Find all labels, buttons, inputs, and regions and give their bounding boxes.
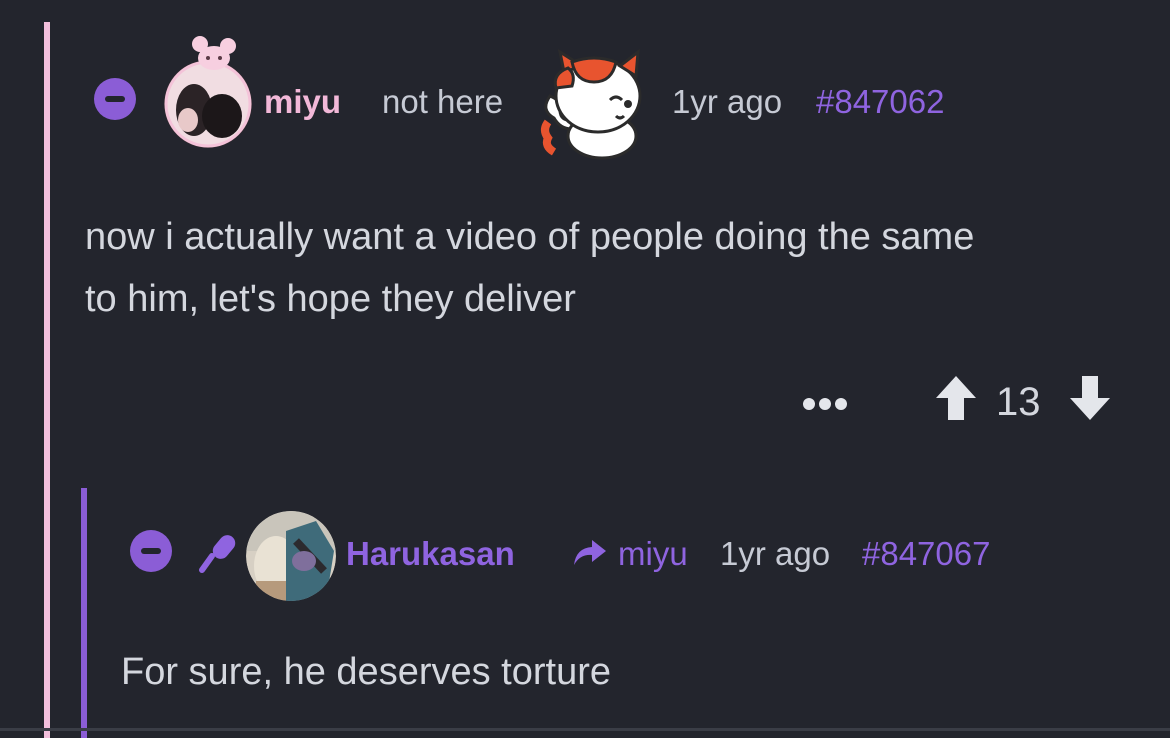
downvote-arrow-icon[interactable] — [1068, 374, 1112, 422]
avatar[interactable] — [164, 60, 252, 148]
collapse-comment-button[interactable] — [94, 78, 136, 120]
reply-to-username[interactable]: miyu — [618, 535, 688, 573]
microphone-icon — [199, 535, 236, 573]
harukasan-avatar-image — [246, 511, 336, 601]
comment-body-line-1: now i actually want a video of people do… — [85, 216, 975, 258]
reply-avatar[interactable] — [246, 511, 336, 601]
cat-ears-decoration — [192, 36, 236, 70]
thread-line-reply — [81, 488, 87, 738]
upvote-arrow-icon[interactable] — [934, 374, 978, 422]
more-options-icon[interactable] — [800, 396, 850, 412]
comment-username[interactable]: miyu — [264, 83, 341, 121]
comment-permalink[interactable]: #847062 — [816, 83, 944, 121]
miyu-avatar-image — [164, 60, 252, 148]
reply-username[interactable]: Harukasan — [346, 535, 515, 573]
comment-body-line-2: to him, let's hope they deliver — [85, 278, 576, 320]
reply-permalink[interactable]: #847067 — [862, 535, 990, 573]
comment-time: 1yr ago — [672, 83, 783, 120]
bottom-divider — [0, 728, 1170, 731]
reply-arrow-icon — [574, 540, 606, 565]
thread-line-outer — [44, 22, 50, 738]
waving-cat-sticker — [541, 48, 642, 160]
comment-body: now i actually want a video of people do… — [85, 206, 1145, 330]
collapse-reply-button[interactable] — [130, 530, 172, 572]
vote-count: 13 — [996, 380, 1041, 424]
user-status: not here — [382, 83, 504, 120]
reply-body: For sure, he deserves torture — [121, 651, 611, 693]
reply-time: 1yr ago — [720, 535, 831, 572]
